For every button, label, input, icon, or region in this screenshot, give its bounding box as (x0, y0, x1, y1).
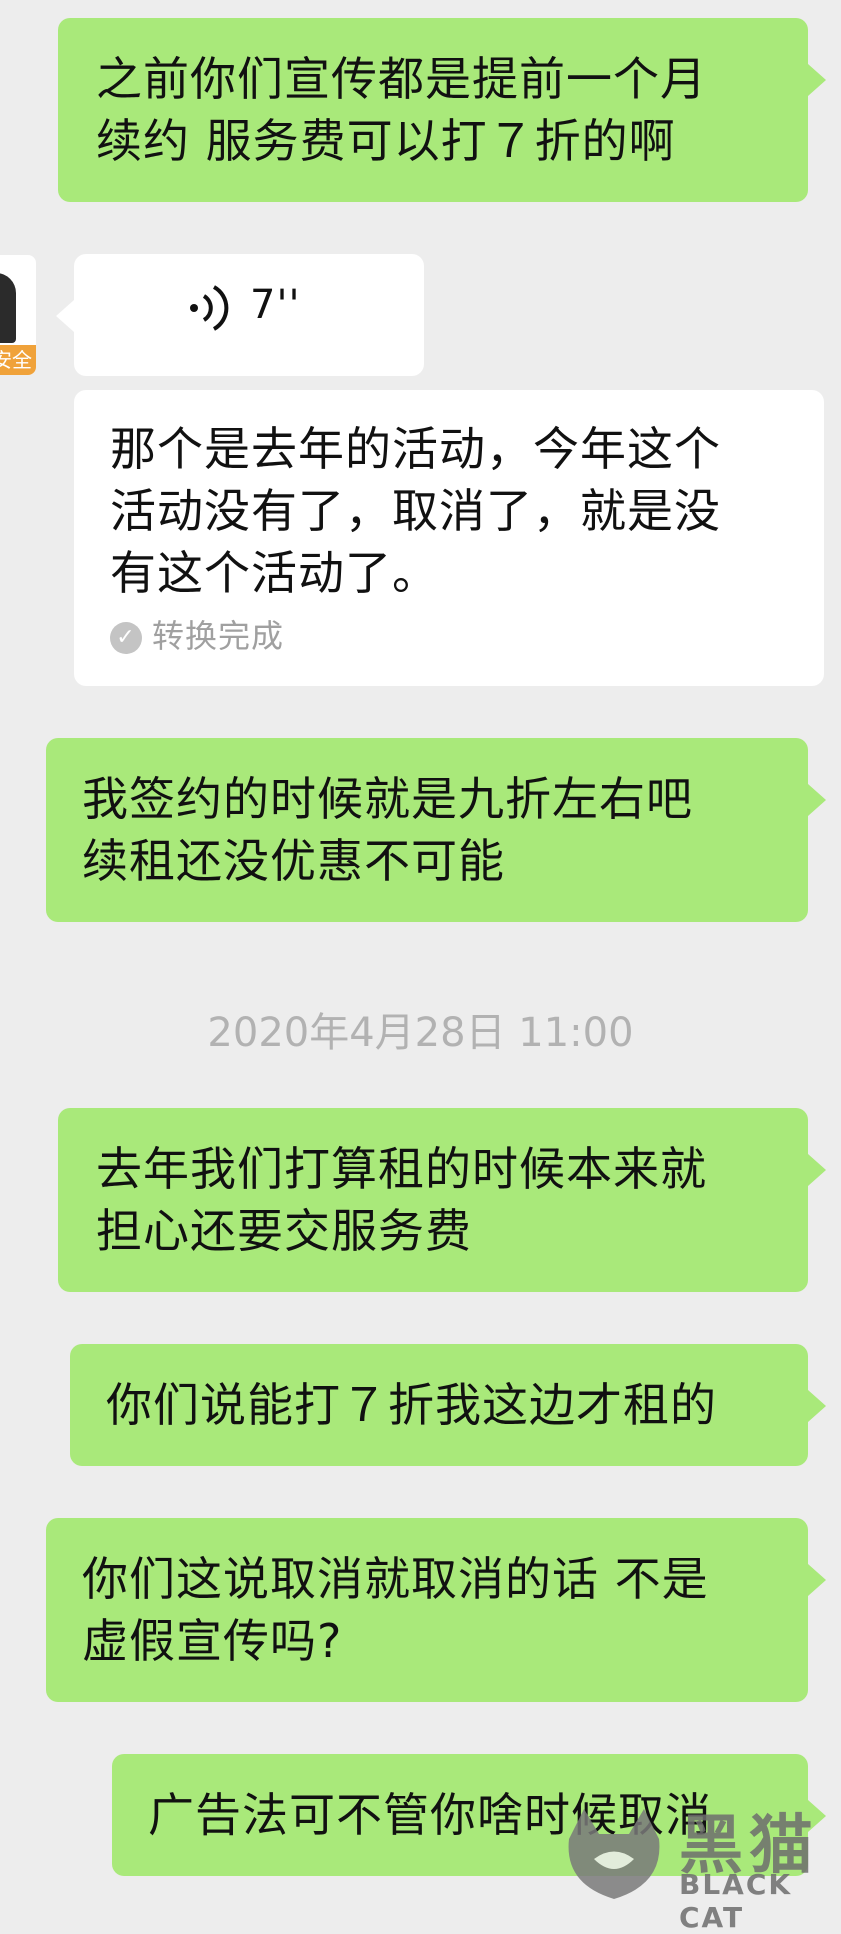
avatar-badge: 安全 (0, 345, 36, 375)
check-icon: ✓ (110, 622, 142, 654)
message-text-line: 有这个活动了。 (110, 546, 439, 600)
message-text-line: 活动没有了，取消了，就是没 (110, 484, 721, 538)
message-bubble-outgoing[interactable]: 去年我们打算租的时候本来就 担心还要交服务费 (58, 1108, 826, 1292)
chat-timestamp: 2020年4月28日 11:00 (207, 1010, 634, 1056)
message-bubble-outgoing[interactable]: 我签约的时候就是九折左右吧 续租还没优惠不可能 (46, 738, 826, 922)
message-text-line: 你们说能打７折我这边才租的 (106, 1378, 717, 1432)
message-bubble-outgoing[interactable]: 你们说能打７折我这边才租的 (70, 1344, 826, 1466)
message-bubble-outgoing[interactable]: 之前你们宣传都是提前一个月 续约 服务费可以打７折的啊 (58, 18, 826, 202)
watermark: 黑猫 BLACK CAT (541, 1790, 841, 1934)
message-text-line: 之前你们宣传都是提前一个月 (96, 52, 707, 106)
message-text-line: 续租还没优惠不可能 (82, 834, 505, 888)
voice-transcription-bubble[interactable]: 那个是去年的活动，今年这个 活动没有了，取消了，就是没 有这个活动了。 ✓ 转换完… (74, 390, 824, 686)
message-bubble-outgoing[interactable]: 你们这说取消就取消的话 不是 虚假宣传吗? (46, 1518, 826, 1702)
watermark-english: BLACK CAT (679, 1868, 793, 1934)
avatar-figure (0, 273, 16, 343)
avatar[interactable]: 安全 (0, 255, 36, 375)
message-text-line: 去年我们打算租的时候本来就 (96, 1142, 707, 1196)
message-text-line: 续约 服务费可以打７折的啊 (96, 114, 676, 168)
transcription-status-text: 转换完成 (152, 617, 285, 655)
voice-message-bubble[interactable]: 7'' (56, 254, 424, 376)
message-text-line: 你们这说取消就取消的话 不是 (82, 1552, 709, 1606)
message-text-line: 那个是去年的活动，今年这个 (110, 422, 721, 476)
message-text-line: 虚假宣传吗? (82, 1614, 343, 1668)
black-cat-logo-icon (568, 1809, 660, 1899)
message-text-line: 我签约的时候就是九折左右吧 (82, 772, 693, 826)
message-text-line: 担心还要交服务费 (96, 1204, 472, 1258)
voice-wave-icon (190, 285, 229, 331)
transcription-status: ✓ 转换完成 (110, 616, 284, 656)
voice-duration: 7'' (250, 282, 301, 328)
